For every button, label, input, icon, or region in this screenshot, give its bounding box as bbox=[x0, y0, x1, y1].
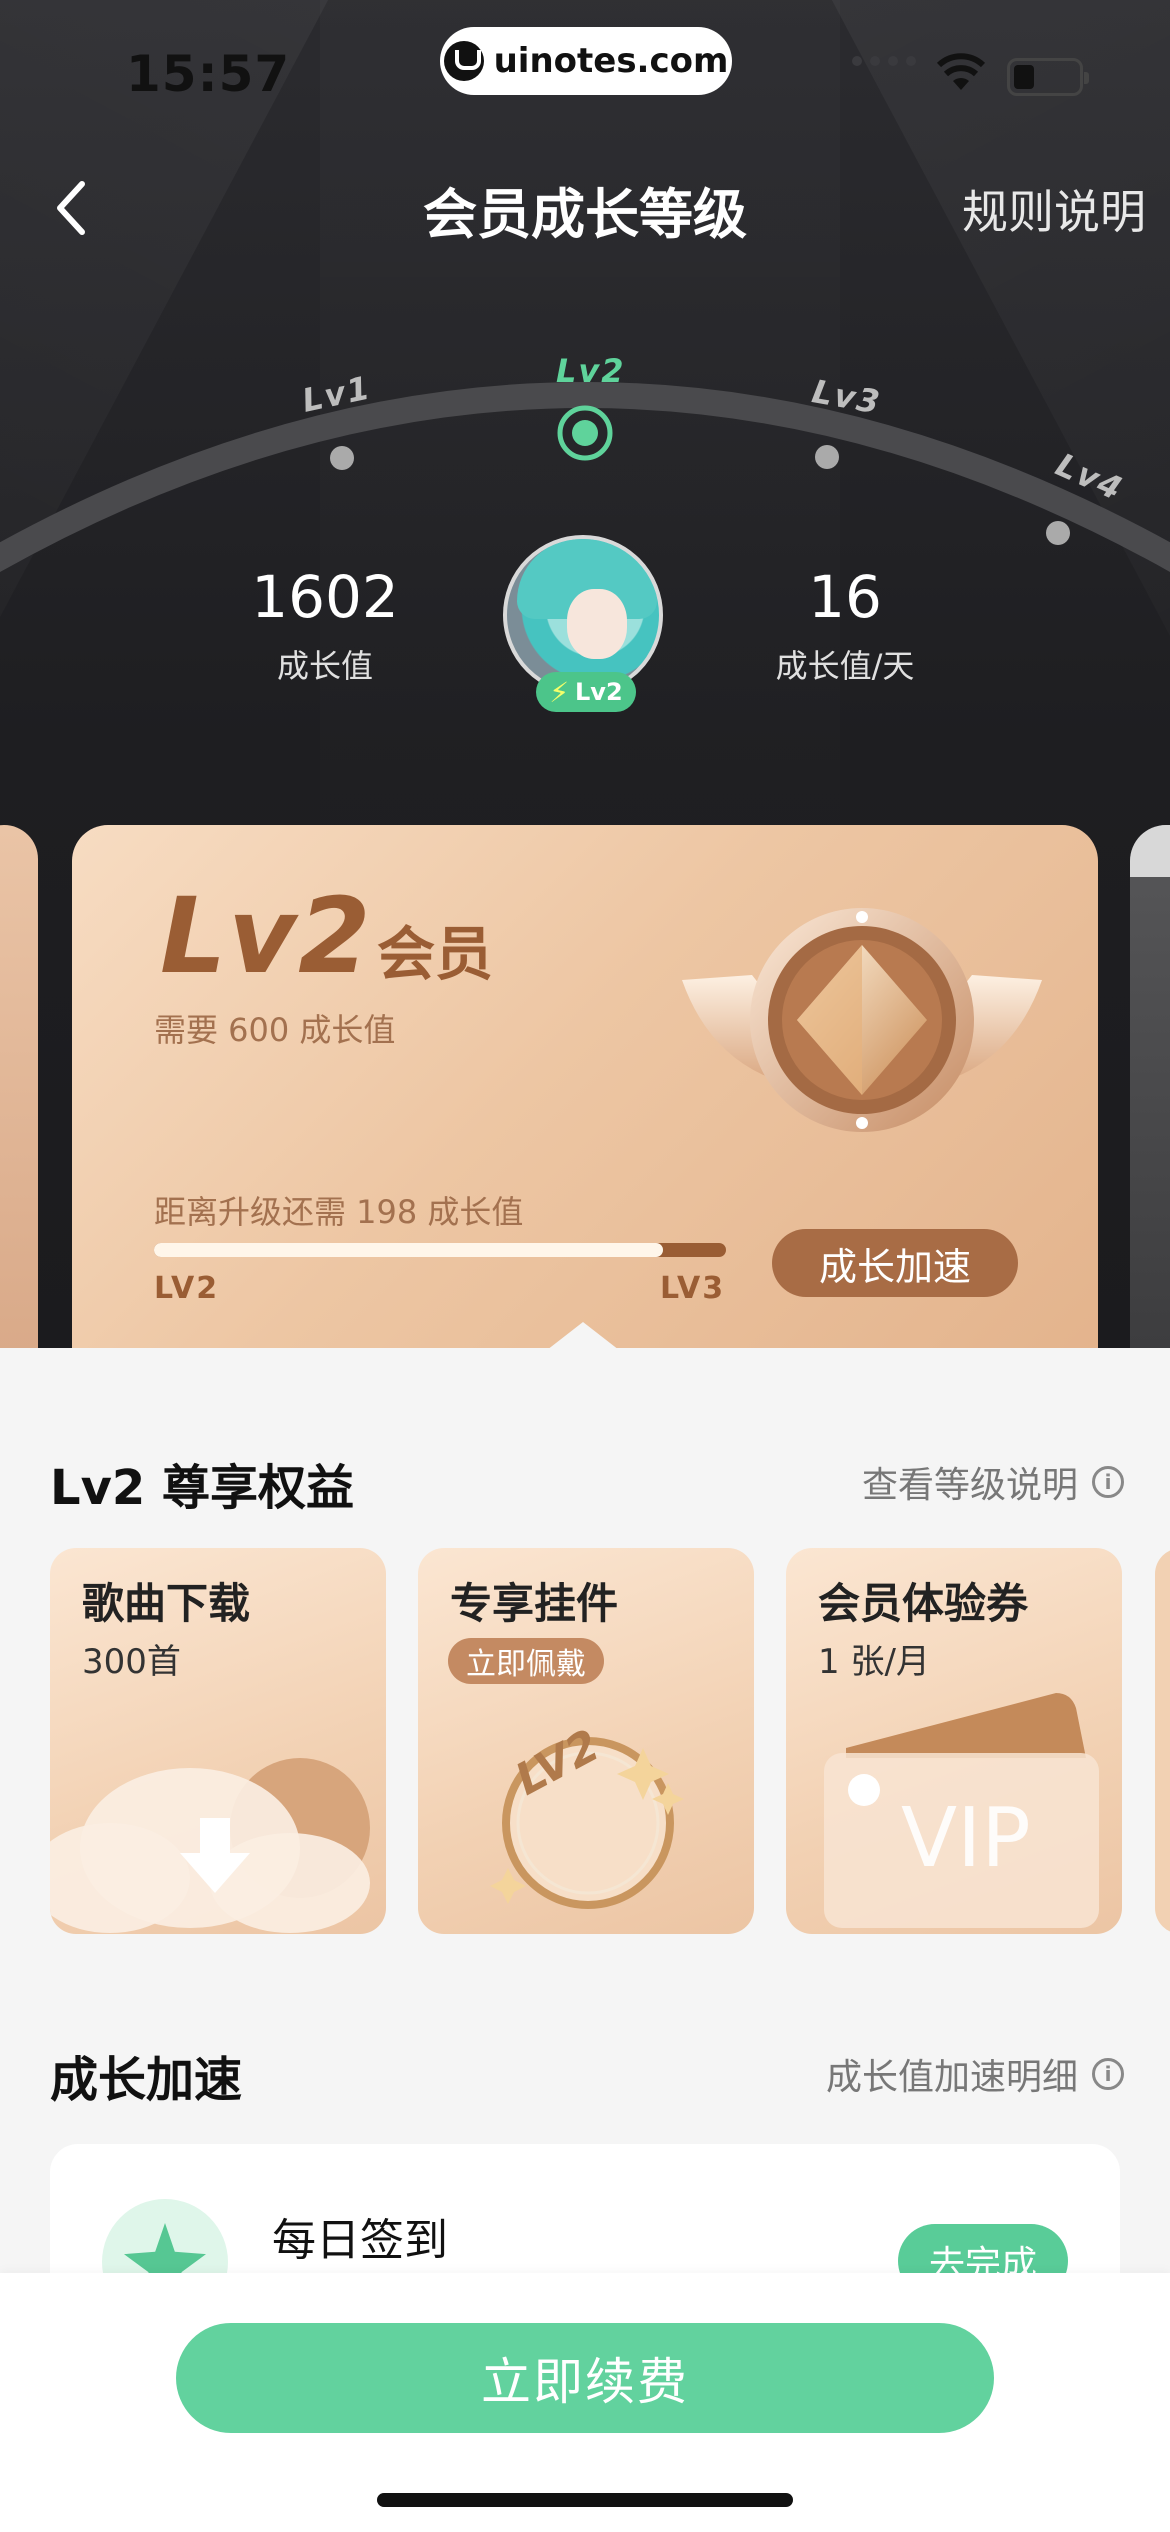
boost-detail-link[interactable]: 成长值加速明细 i bbox=[826, 2048, 1124, 2100]
cellular-signal-icon bbox=[852, 56, 916, 66]
battery-icon bbox=[1007, 58, 1089, 96]
lightning-icon: ⚡ bbox=[549, 675, 570, 709]
level-label-lv2: Lv2 bbox=[556, 352, 626, 390]
nav-bar: 会员成长等级 规则说明 bbox=[0, 160, 1170, 250]
level-card: Lv2 会员 需要 600 成长值 距离升级还需 198 成长值 LV2 LV3… bbox=[72, 825, 1098, 1350]
level-progress-bar bbox=[154, 1243, 726, 1257]
benefit-card-download[interactable]: 歌曲下载 300首 bbox=[50, 1548, 386, 1934]
page: 15:57 uinotes.com 会员成长等级 规则说明 Lv1 Lv2 Lv… bbox=[0, 0, 1170, 2532]
prev-level-card[interactable] bbox=[0, 825, 38, 1350]
boost-detail-link-label: 成长值加速明细 bbox=[825, 2057, 1078, 2098]
daily-growth-label: 成长值/天 bbox=[775, 647, 915, 685]
growth-boost-button[interactable]: 成长加速 bbox=[772, 1229, 1018, 1297]
benefit-card-pendant[interactable]: 专享挂件 立即佩戴 LV2 bbox=[418, 1548, 754, 1934]
renew-button[interactable]: 立即续费 bbox=[176, 2323, 994, 2433]
vip-ticket-icon: VIP bbox=[824, 1693, 1099, 1928]
cloud-download-icon bbox=[50, 1758, 370, 1933]
benefits-title: Lv2 尊享权益 bbox=[50, 1460, 354, 1516]
level-medal-icon bbox=[682, 908, 1042, 1132]
level-node-lv2 bbox=[572, 420, 598, 446]
task-title: 每日签到 bbox=[272, 2215, 448, 2266]
level-node-lv3[interactable] bbox=[815, 445, 839, 469]
card-requirement: 需要 600 成长值 bbox=[154, 1011, 396, 1049]
benefit-card-voucher[interactable]: 会员体验券 1 张/月 VIP bbox=[786, 1548, 1122, 1934]
upgrade-distance: 距离升级还需 198 成长值 bbox=[154, 1193, 524, 1231]
status-time: 15:57 bbox=[126, 45, 291, 103]
progress-from-level: LV2 bbox=[154, 1271, 220, 1306]
level-node-lv1[interactable] bbox=[330, 446, 354, 470]
next-level-card[interactable] bbox=[1130, 825, 1170, 1350]
info-icon: i bbox=[1092, 2058, 1124, 2090]
boost-section-title: 成长加速 bbox=[50, 2052, 243, 2108]
hero-header: 15:57 uinotes.com 会员成长等级 规则说明 Lv1 Lv2 Lv… bbox=[0, 0, 1170, 1350]
watermark-badge: uinotes.com bbox=[440, 27, 732, 95]
card-pointer bbox=[547, 1322, 619, 1350]
growth-value: 1602 bbox=[251, 563, 399, 631]
rules-link[interactable]: 规则说明 bbox=[962, 176, 1146, 242]
benefit-card-peek[interactable] bbox=[1155, 1548, 1170, 1934]
card-member-label: 会员 bbox=[377, 920, 494, 988]
avatar-level-badge: ⚡ Lv2 bbox=[536, 672, 636, 712]
daily-growth-stat: 16 成长值/天 bbox=[740, 563, 950, 687]
level-info-link-label: 查看等级说明 bbox=[861, 1465, 1078, 1506]
level-progress-fill bbox=[154, 1243, 664, 1257]
bottom-action-bar: 立即续费 bbox=[0, 2273, 1170, 2532]
vip-text: VIP bbox=[901, 1791, 1031, 1886]
watermark-logo-icon bbox=[443, 41, 484, 81]
progress-to-level: LV3 bbox=[660, 1271, 726, 1306]
watermark-text: uinotes.com bbox=[493, 41, 729, 81]
pendant-frame-icon: LV2 bbox=[490, 1720, 684, 1909]
growth-value-label: 成长值 bbox=[276, 647, 373, 685]
growth-value-stat: 1602 成长值 bbox=[220, 563, 430, 687]
level-node-lv4[interactable] bbox=[1046, 521, 1070, 545]
home-indicator[interactable] bbox=[377, 2493, 793, 2507]
wifi-icon bbox=[936, 53, 986, 90]
info-icon: i bbox=[1092, 1466, 1124, 1498]
level-info-link[interactable]: 查看等级说明 i bbox=[862, 1456, 1124, 1508]
avatar-level-text: Lv2 bbox=[575, 678, 623, 706]
daily-growth-value: 16 bbox=[808, 563, 882, 631]
card-level: Lv2 bbox=[160, 875, 373, 997]
status-bar: 15:57 uinotes.com bbox=[0, 0, 1170, 130]
avatar[interactable] bbox=[503, 535, 663, 695]
